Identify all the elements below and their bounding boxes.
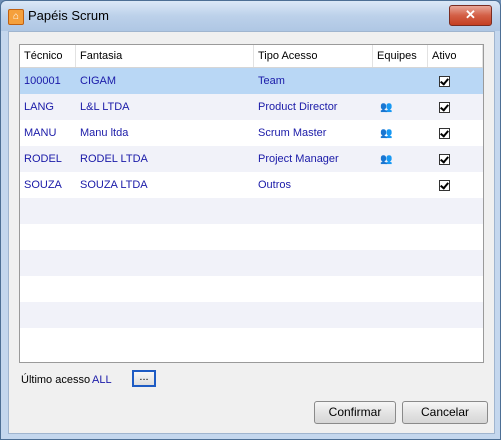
cell-fantasia: L&L LTDA xyxy=(80,101,130,113)
cell-ativo xyxy=(428,328,483,354)
column-header-fantasia[interactable]: Fantasia xyxy=(76,45,254,67)
cell-ativo xyxy=(428,250,483,276)
column-header-tecnico[interactable]: Técnico xyxy=(20,45,76,67)
window-title: Papéis Scrum xyxy=(28,8,109,23)
table-row[interactable]: 100001 CIGAM Team xyxy=(20,68,483,94)
team-icon[interactable]: 👥 xyxy=(380,102,392,113)
cell-tipo-acesso xyxy=(254,224,373,250)
cell-tipo-acesso xyxy=(254,250,373,276)
cell-ativo xyxy=(428,172,483,198)
app-icon: ⌂ xyxy=(8,9,24,25)
cell-equipes xyxy=(373,68,428,94)
cell-tipo-acesso xyxy=(254,276,373,302)
cell-fantasia xyxy=(76,276,254,302)
cell-equipes xyxy=(373,198,428,224)
empty-table-row xyxy=(20,198,483,224)
dialog-body: Técnico Fantasia Tipo Acesso Equipes Ati… xyxy=(8,31,495,434)
grid-header: Técnico Fantasia Tipo Acesso Equipes Ati… xyxy=(20,45,483,68)
cell-fantasia: SOUZA LTDA xyxy=(80,179,148,191)
active-checkbox[interactable] xyxy=(439,180,450,191)
cell-equipes xyxy=(373,250,428,276)
cell-tecnico xyxy=(20,328,76,354)
last-access-browse-button[interactable]: ... xyxy=(132,370,156,387)
empty-table-row xyxy=(20,276,483,302)
dialog-window: ⌂ Papéis Scrum ✕ Técnico Fantasia Tipo A… xyxy=(0,0,501,440)
empty-table-row xyxy=(20,328,483,354)
cell-tecnico: LANG xyxy=(24,101,54,113)
cell-fantasia: RODEL LTDA xyxy=(80,153,148,165)
close-button[interactable]: ✕ xyxy=(449,5,492,26)
cancel-button[interactable]: Cancelar xyxy=(402,401,488,424)
active-checkbox[interactable] xyxy=(439,102,450,113)
team-icon[interactable]: 👥 xyxy=(380,154,392,165)
cell-tipo-acesso xyxy=(254,302,373,328)
cell-fantasia xyxy=(76,224,254,250)
active-checkbox[interactable] xyxy=(439,154,450,165)
empty-table-row xyxy=(20,224,483,250)
cell-ativo xyxy=(428,224,483,250)
cell-ativo xyxy=(428,68,483,94)
cell-ativo xyxy=(428,198,483,224)
cell-fantasia xyxy=(76,302,254,328)
column-header-tipo-acesso[interactable]: Tipo Acesso xyxy=(254,45,373,67)
column-header-equipes[interactable]: Equipes xyxy=(373,45,428,67)
cell-equipes xyxy=(373,276,428,302)
cell-tipo-acesso xyxy=(254,328,373,354)
grid-rows: 100001 CIGAM Team LANG L&L LTDA Product Direc… xyxy=(20,68,483,354)
scrum-roles-grid[interactable]: Técnico Fantasia Tipo Acesso Equipes Ati… xyxy=(19,44,484,363)
cell-tipo-acesso: Product Director xyxy=(258,101,338,113)
cell-fantasia: CIGAM xyxy=(80,75,117,87)
cell-tecnico xyxy=(20,224,76,250)
cell-fantasia xyxy=(76,198,254,224)
cell-equipes xyxy=(373,172,428,198)
cell-ativo xyxy=(428,146,483,172)
confirm-button[interactable]: Confirmar xyxy=(314,401,396,424)
cell-tecnico xyxy=(20,250,76,276)
cell-tipo-acesso: Team xyxy=(258,75,285,87)
cell-tecnico: MANU xyxy=(24,127,57,139)
cell-fantasia: Manu ltda xyxy=(80,127,129,139)
cell-equipes xyxy=(373,224,428,250)
cell-equipes: 👥 xyxy=(373,146,428,172)
cancel-label: Cancelar xyxy=(420,405,470,419)
cell-fantasia xyxy=(76,250,254,276)
cell-equipes xyxy=(373,328,428,354)
cell-tecnico: SOUZA xyxy=(24,179,62,191)
empty-table-row xyxy=(20,250,483,276)
table-row[interactable]: SOUZA SOUZA LTDA Outros xyxy=(20,172,483,198)
cell-ativo xyxy=(428,276,483,302)
cell-tecnico xyxy=(20,198,76,224)
cell-tipo-acesso: Project Manager xyxy=(258,153,339,165)
title-bar[interactable]: ⌂ Papéis Scrum ✕ xyxy=(1,1,500,31)
active-checkbox[interactable] xyxy=(439,128,450,139)
column-header-ativo[interactable]: Ativo xyxy=(428,45,483,67)
cell-ativo xyxy=(428,302,483,328)
cell-tecnico xyxy=(20,302,76,328)
empty-table-row xyxy=(20,302,483,328)
confirm-label: Confirmar xyxy=(328,405,382,419)
last-access-value: ALL xyxy=(92,374,112,386)
cell-tipo-acesso: Scrum Master xyxy=(258,127,327,139)
table-row[interactable]: RODEL RODEL LTDA Project Manager 👥 xyxy=(20,146,483,172)
cell-equipes xyxy=(373,302,428,328)
cell-equipes: 👥 xyxy=(373,120,428,146)
cell-tipo-acesso: Outros xyxy=(258,179,292,191)
cell-tipo-acesso xyxy=(254,198,373,224)
table-row[interactable]: MANU Manu ltda Scrum Master 👥 xyxy=(20,120,483,146)
last-access-label: Último acesso xyxy=(21,374,91,386)
active-checkbox[interactable] xyxy=(439,76,450,87)
cell-tecnico xyxy=(20,276,76,302)
cell-ativo xyxy=(428,120,483,146)
cell-ativo xyxy=(428,94,483,120)
cell-tecnico: 100001 xyxy=(24,75,61,87)
cell-equipes: 👥 xyxy=(373,94,428,120)
cell-tecnico: RODEL xyxy=(24,153,62,165)
team-icon[interactable]: 👥 xyxy=(380,128,392,139)
cell-fantasia xyxy=(76,328,254,354)
table-row[interactable]: LANG L&L LTDA Product Director 👥 xyxy=(20,94,483,120)
